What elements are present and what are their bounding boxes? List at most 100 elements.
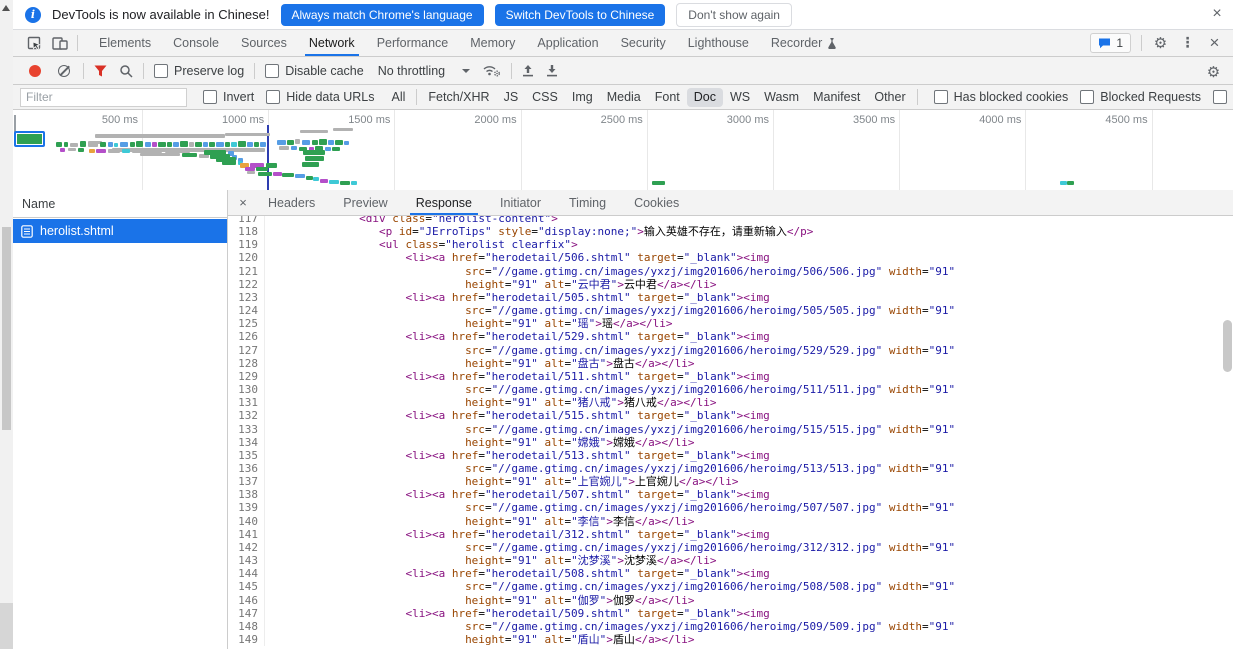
filter-type-wasm[interactable]: Wasm bbox=[757, 88, 806, 107]
ruler-label: 1000 ms bbox=[194, 114, 264, 126]
export-har-icon[interactable] bbox=[546, 64, 558, 77]
kebab-menu-icon[interactable]: ⋮ bbox=[1175, 31, 1200, 55]
filter-type-css[interactable]: CSS bbox=[525, 88, 565, 107]
tab-network[interactable]: Network bbox=[298, 30, 366, 56]
filter-type-ws[interactable]: WS bbox=[723, 88, 757, 107]
detail-tab-response[interactable]: Response bbox=[402, 190, 486, 215]
filter-type-js[interactable]: JS bbox=[497, 88, 526, 107]
waterfall-bar bbox=[152, 142, 157, 147]
request-row-herolist-shtml[interactable]: herolist.shtml bbox=[13, 219, 227, 243]
detail-tab-preview[interactable]: Preview bbox=[329, 190, 401, 215]
filter-funnel-icon[interactable] bbox=[94, 65, 107, 77]
notification-close-icon[interactable]: × bbox=[1208, 5, 1226, 23]
checkbox[interactable] bbox=[1080, 90, 1094, 104]
always-match-language-button[interactable]: Always match Chrome's language bbox=[281, 4, 484, 26]
detail-tabbar: × HeadersPreviewResponseInitiatorTimingC… bbox=[228, 190, 1233, 216]
scroll-up-arrow-icon[interactable] bbox=[2, 5, 10, 11]
detail-tab-cookies[interactable]: Cookies bbox=[620, 190, 693, 215]
tab-performance[interactable]: Performance bbox=[366, 30, 460, 56]
detail-tab-headers[interactable]: Headers bbox=[254, 190, 329, 215]
code-text: src="//game.gtimg.cn/images/yxzj/img2016… bbox=[265, 423, 955, 436]
network-overview-waterfall[interactable]: 500 ms1000 ms1500 ms2000 ms2500 ms3000 m… bbox=[13, 110, 1233, 191]
filter-type-img[interactable]: Img bbox=[565, 88, 600, 107]
waterfall-bar bbox=[332, 147, 340, 151]
filter-type-fetch-xhr[interactable]: Fetch/XHR bbox=[421, 88, 496, 107]
filter-3rd-party-requests-checkbox[interactable]: 3rd-party requests bbox=[1213, 90, 1233, 104]
code-text: height="91" alt="云中君">云中君</a></li> bbox=[265, 278, 717, 291]
filter-blocked-requests-checkbox[interactable]: Blocked Requests bbox=[1080, 90, 1201, 104]
detail-close-icon[interactable]: × bbox=[232, 190, 254, 215]
clear-requests-icon[interactable] bbox=[58, 65, 70, 77]
code-line: 138 <li><a href="herodetail/507.shtml" t… bbox=[228, 488, 1233, 501]
waterfall-bar bbox=[158, 142, 166, 147]
code-line: 125 height="91" alt="瑶">瑶</a></li> bbox=[228, 317, 1233, 330]
tab-memory[interactable]: Memory bbox=[459, 30, 526, 56]
waterfall-bar bbox=[120, 142, 128, 147]
checkbox[interactable] bbox=[1213, 90, 1227, 104]
code-line: 134 height="91" alt="嫦娥">嫦娥</a></li> bbox=[228, 436, 1233, 449]
divider bbox=[1141, 35, 1142, 51]
code-text: src="//game.gtimg.cn/images/yxzj/img2016… bbox=[265, 265, 955, 278]
filter-type-doc[interactable]: Doc bbox=[687, 88, 723, 107]
network-settings-gear-icon[interactable]: ⚙ bbox=[1201, 60, 1226, 84]
tab-lighthouse[interactable]: Lighthouse bbox=[677, 30, 760, 56]
filter-type-manifest[interactable]: Manifest bbox=[806, 88, 867, 107]
detail-tab-initiator[interactable]: Initiator bbox=[486, 190, 555, 215]
settings-gear-icon[interactable]: ⚙ bbox=[1148, 31, 1173, 55]
tab-label: Security bbox=[621, 36, 666, 50]
waterfall-bar bbox=[325, 147, 331, 151]
record-button[interactable] bbox=[29, 65, 41, 77]
search-icon[interactable] bbox=[119, 64, 133, 78]
filter-has-blocked-cookies-checkbox[interactable]: Has blocked cookies bbox=[934, 90, 1069, 104]
checkbox[interactable] bbox=[203, 90, 217, 104]
checkbox[interactable] bbox=[265, 64, 279, 78]
devtools-close-icon[interactable]: × bbox=[1202, 31, 1227, 55]
filter-type-media[interactable]: Media bbox=[600, 88, 648, 107]
checkbox[interactable] bbox=[934, 90, 948, 104]
tab-security[interactable]: Security bbox=[610, 30, 677, 56]
selected-request-bar bbox=[14, 131, 45, 147]
filter-type-all[interactable]: All bbox=[385, 88, 413, 107]
issues-counter[interactable]: 1 bbox=[1090, 33, 1131, 53]
inspect-element-icon[interactable] bbox=[21, 31, 47, 55]
waterfall-bar bbox=[222, 160, 236, 165]
response-source-code: 117 <div class="herolist-content">118 <p… bbox=[228, 216, 1233, 646]
checkbox[interactable] bbox=[154, 64, 168, 78]
detail-tab-timing[interactable]: Timing bbox=[555, 190, 620, 215]
throttling-select[interactable]: No throttling bbox=[376, 64, 470, 78]
waterfall-bar bbox=[302, 162, 319, 167]
invert-checkbox[interactable]: Invert bbox=[203, 90, 254, 104]
throttling-value: No throttling bbox=[378, 64, 445, 78]
filter-type-other[interactable]: Other bbox=[867, 88, 912, 107]
response-code-viewer[interactable]: 117 <div class="herolist-content">118 <p… bbox=[228, 216, 1233, 649]
ruler-label: 3000 ms bbox=[699, 114, 769, 126]
line-number: 122 bbox=[228, 278, 265, 291]
disable-cache-checkbox[interactable]: Disable cache bbox=[265, 64, 364, 78]
language-notification-bar: i DevTools is now available in Chinese! … bbox=[13, 0, 1233, 30]
page-scrollbar[interactable] bbox=[0, 0, 13, 649]
hide-data-urls-checkbox[interactable]: Hide data URLs bbox=[266, 90, 374, 104]
preserve-log-checkbox[interactable]: Preserve log bbox=[154, 64, 244, 78]
filter-type-font[interactable]: Font bbox=[648, 88, 687, 107]
tab-recorder[interactable]: Recorder bbox=[760, 30, 848, 56]
waterfall-bar bbox=[1060, 181, 1067, 185]
switch-to-chinese-button[interactable]: Switch DevTools to Chinese bbox=[495, 4, 666, 26]
device-toolbar-icon[interactable] bbox=[47, 31, 73, 55]
tab-sources[interactable]: Sources bbox=[230, 30, 298, 56]
page-scrollbar-thumb[interactable] bbox=[2, 227, 11, 430]
line-number: 119 bbox=[228, 238, 265, 251]
checkbox[interactable] bbox=[266, 90, 280, 104]
waterfall-bar bbox=[60, 148, 65, 152]
import-har-icon[interactable] bbox=[522, 64, 534, 77]
filter-input[interactable] bbox=[20, 88, 187, 107]
code-text: src="//game.gtimg.cn/images/yxzj/img2016… bbox=[265, 541, 955, 554]
code-line: 122 height="91" alt="云中君">云中君</a></li> bbox=[228, 278, 1233, 291]
tab-application[interactable]: Application bbox=[526, 30, 609, 56]
tab-elements[interactable]: Elements bbox=[88, 30, 162, 56]
requests-name-column-header[interactable]: Name bbox=[13, 190, 227, 218]
network-conditions-icon[interactable] bbox=[482, 64, 501, 77]
tab-console[interactable]: Console bbox=[162, 30, 230, 56]
code-scrollbar-thumb[interactable] bbox=[1223, 320, 1232, 372]
dont-show-again-button[interactable]: Don't show again bbox=[676, 3, 792, 27]
code-line: 127 src="//game.gtimg.cn/images/yxzj/img… bbox=[228, 344, 1233, 357]
